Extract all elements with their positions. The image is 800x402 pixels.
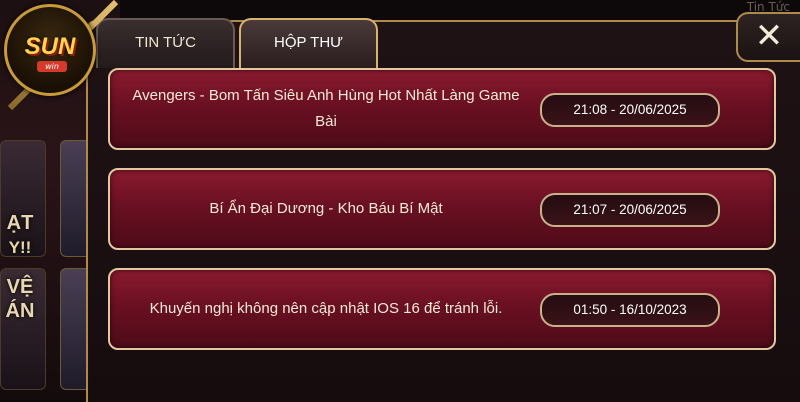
tab-inbox[interactable]: HỘP THƯ bbox=[239, 18, 378, 68]
message-item[interactable]: Khuyến nghị không nên cập nhật IOS 16 để… bbox=[108, 268, 776, 350]
logo-brand-text: SUN bbox=[24, 33, 76, 60]
background-card-text: ẠT bbox=[6, 212, 34, 234]
message-timestamp: 21:07 - 20/06/2025 bbox=[540, 193, 720, 227]
tab-news-label: TIN TỨC bbox=[135, 34, 196, 51]
logo-sub-text: win bbox=[37, 61, 67, 72]
message-title: Avengers - Bom Tấn Siêu Anh Hùng Hot Nhấ… bbox=[132, 87, 520, 130]
background-card-text: ÁN bbox=[5, 300, 35, 322]
close-icon: ✕ bbox=[754, 16, 784, 56]
message-title: Bí Ẩn Đại Dương - Kho Báu Bí Mật bbox=[209, 200, 443, 217]
message-timestamp: 21:08 - 20/06/2025 bbox=[540, 93, 720, 127]
tab-news[interactable]: TIN TỨC bbox=[96, 18, 235, 68]
message-title: Khuyến nghị không nên cập nhật IOS 16 để… bbox=[149, 300, 503, 317]
tab-inbox-label: HỘP THƯ bbox=[274, 34, 343, 51]
background-card-text: VỆ bbox=[6, 276, 34, 298]
message-list[interactable]: Avengers - Bom Tấn Siêu Anh Hùng Hot Nhấ… bbox=[96, 62, 796, 400]
sunwin-logo[interactable]: SUN win bbox=[4, 4, 96, 96]
message-item[interactable]: Bí Ẩn Đại Dương - Kho Báu Bí Mật 21:07 -… bbox=[108, 168, 776, 250]
close-button[interactable]: ✕ bbox=[736, 12, 800, 62]
background-card-text: Y!! bbox=[8, 238, 32, 257]
message-item[interactable]: Avengers - Bom Tấn Siêu Anh Hùng Hot Nhấ… bbox=[108, 68, 776, 150]
message-timestamp: 01:50 - 16/10/2023 bbox=[540, 293, 720, 327]
